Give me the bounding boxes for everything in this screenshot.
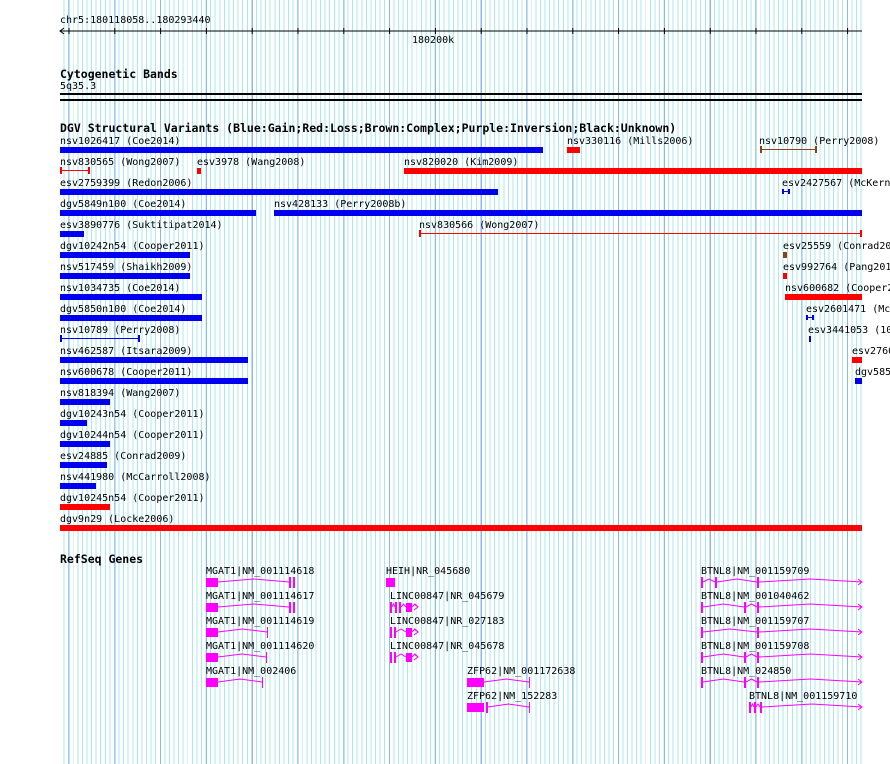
gene-model[interactable] — [390, 627, 419, 638]
gene-label[interactable]: LINC00847|NR_027183 — [390, 616, 504, 627]
gene-model[interactable] — [701, 627, 863, 638]
gene-model[interactable] — [467, 702, 530, 713]
gene-label[interactable]: MGAT1|NM_001114620 — [206, 641, 314, 652]
gene-label[interactable]: BTNL8|NM_001159707 — [701, 616, 809, 627]
gene-model[interactable] — [749, 702, 863, 713]
genome-browser-panel: chr5:180118058..180293440 180200k Cytoge… — [0, 0, 890, 764]
gene-label[interactable]: BTNL8|NM_024850 — [701, 666, 791, 677]
gene-model[interactable] — [386, 578, 395, 587]
gene-label[interactable]: LINC00847|NR_045679 — [390, 591, 504, 602]
gene-model[interactable] — [701, 602, 863, 613]
gene-label[interactable]: MGAT1|NM_001114617 — [206, 591, 314, 602]
gene-model[interactable] — [701, 577, 863, 588]
gene-model[interactable] — [701, 677, 863, 688]
gene-model[interactable] — [701, 652, 863, 663]
gene-label[interactable]: BTNL8|NM_001159710 — [749, 691, 857, 702]
gene-model[interactable] — [206, 627, 268, 638]
gene-label[interactable]: BTNL8|NM_001159708 — [701, 641, 809, 652]
gene-label[interactable]: HEIH|NR_045680 — [386, 566, 470, 577]
gene-model[interactable] — [206, 602, 295, 613]
gene-label[interactable]: LINC00847|NR_045678 — [390, 641, 504, 652]
gene-model[interactable] — [390, 652, 419, 663]
gene-model[interactable] — [390, 602, 419, 613]
gene-label[interactable]: ZFP62|NM_001172638 — [467, 666, 575, 677]
gene-label[interactable]: ZFP62|NM_152283 — [467, 691, 557, 702]
gene-label[interactable]: BTNL8|NM_001159709 — [701, 566, 809, 577]
gene-label[interactable]: MGAT1|NM_001114618 — [206, 566, 314, 577]
gene-model[interactable] — [467, 677, 530, 688]
gene-model[interactable] — [206, 577, 295, 588]
gene-label[interactable]: BTNL8|NM_001040462 — [701, 591, 809, 602]
gene-label[interactable]: MGAT1|NM_002406 — [206, 666, 296, 677]
gene-model[interactable] — [206, 677, 263, 688]
gene-model[interactable] — [206, 652, 267, 663]
gene-label[interactable]: MGAT1|NM_001114619 — [206, 616, 314, 627]
